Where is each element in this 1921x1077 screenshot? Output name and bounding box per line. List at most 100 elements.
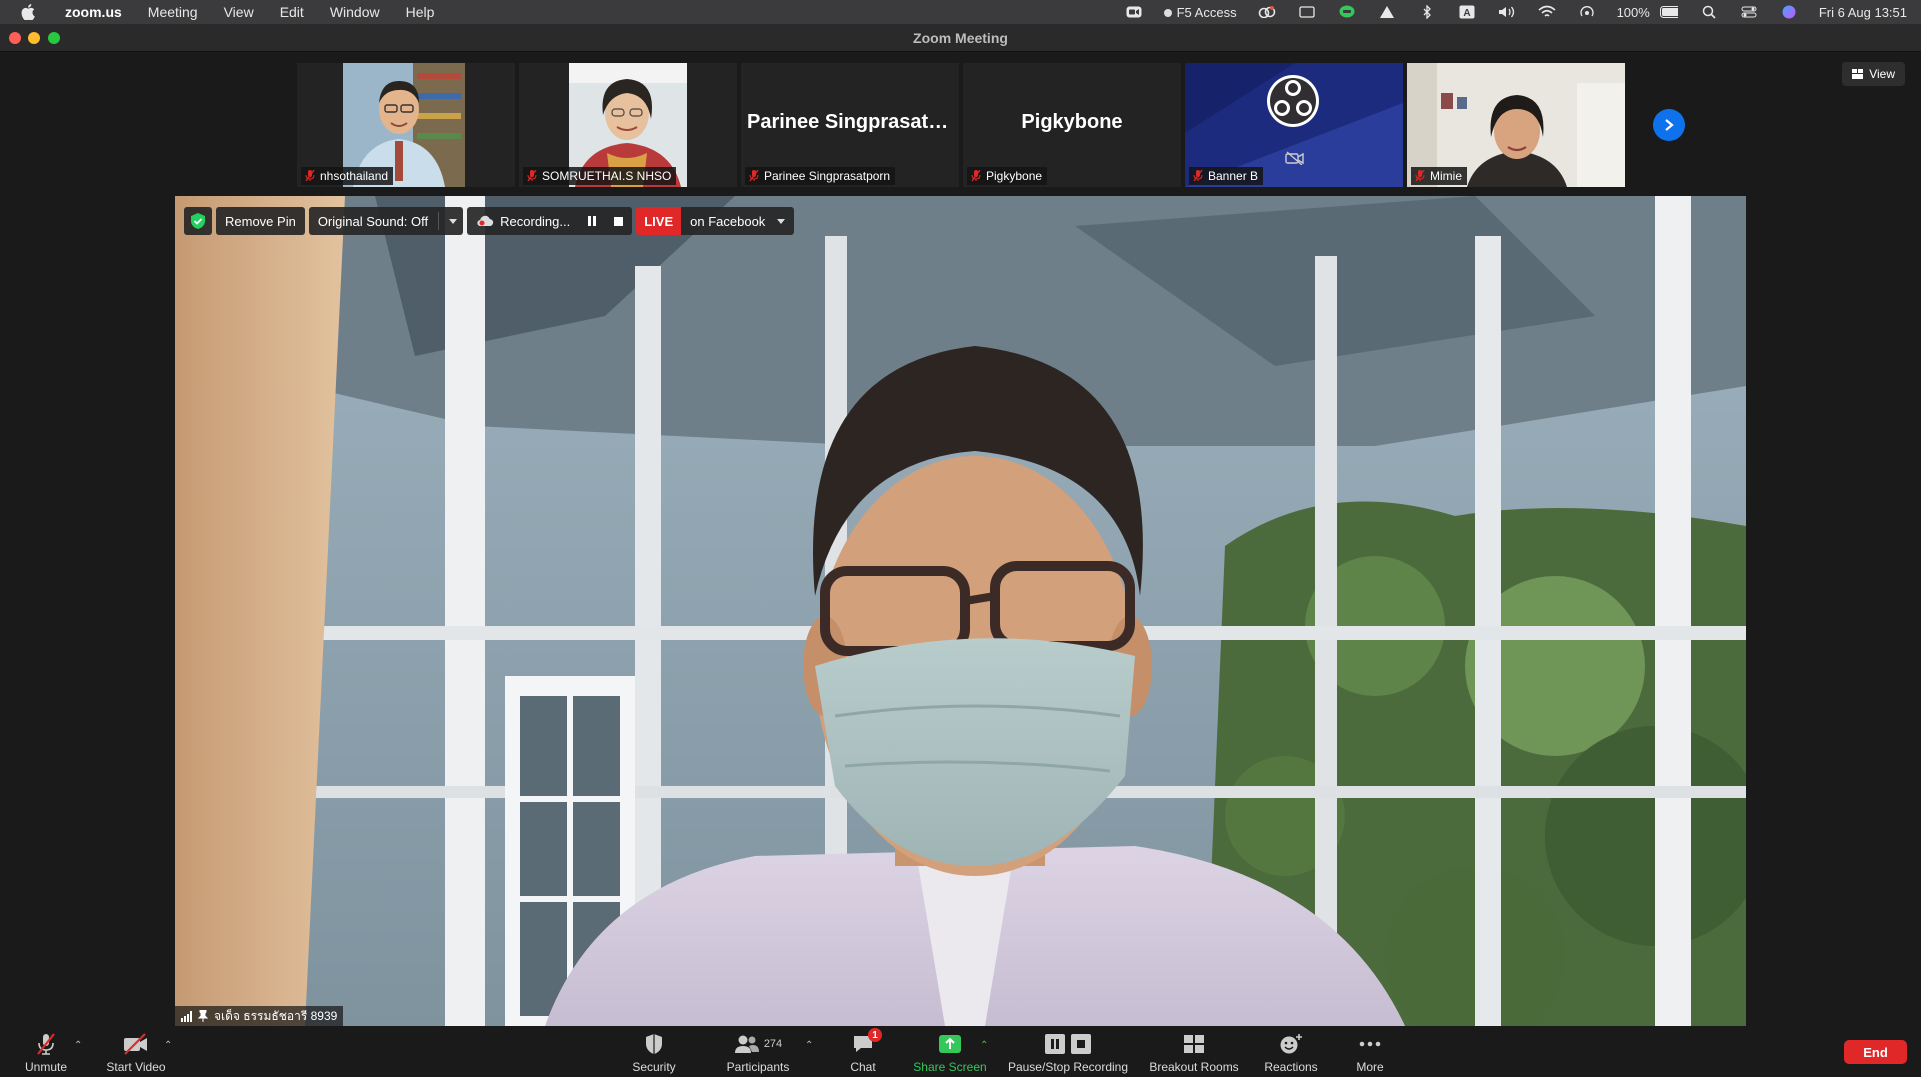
security-button[interactable]: Security bbox=[628, 1026, 680, 1077]
start-video-label: Start Video bbox=[106, 1060, 166, 1074]
menu-help[interactable]: Help bbox=[406, 4, 435, 20]
mic-muted-icon bbox=[749, 170, 759, 182]
menu-clock[interactable]: Fri 6 Aug 13:51 bbox=[1819, 5, 1907, 20]
divider bbox=[438, 212, 440, 230]
smiley-plus-icon bbox=[1280, 1034, 1302, 1054]
line-app-icon[interactable] bbox=[1338, 5, 1356, 19]
shield-check-icon bbox=[191, 213, 205, 229]
pause-recording-icon[interactable] bbox=[588, 216, 597, 226]
start-video-button[interactable]: Start Video bbox=[100, 1026, 172, 1077]
more-button[interactable]: More bbox=[1353, 1026, 1387, 1077]
mic-muted-icon bbox=[1415, 170, 1425, 182]
macos-menu-bar: zoom.us Meeting View Edit Window Help F5… bbox=[0, 0, 1921, 24]
chat-button[interactable]: 1 Chat bbox=[846, 1026, 882, 1077]
spotlight-search-icon[interactable] bbox=[1700, 5, 1718, 19]
apple-icon[interactable] bbox=[18, 2, 38, 22]
participant-name-label: SOMRUETHAI.S NHSO bbox=[523, 167, 677, 185]
cloud-recording-status: Recording... bbox=[467, 207, 633, 235]
participant-name-label: nhsothailand bbox=[301, 167, 394, 185]
participant-name: SOMRUETHAI.S NHSO bbox=[542, 169, 672, 183]
participant-tile[interactable]: Mimie bbox=[1407, 63, 1625, 187]
active-speaker-name: จเด็จ ธรรมธัชอารี 8939 bbox=[214, 1008, 338, 1023]
battery-percentage: 100% bbox=[1616, 4, 1650, 20]
menu-view[interactable]: View bbox=[224, 4, 254, 20]
remove-pin-button[interactable]: Remove Pin bbox=[216, 207, 305, 235]
more-dots-icon bbox=[1359, 1041, 1381, 1047]
participant-name: nhsothailand bbox=[320, 169, 389, 183]
next-page-button[interactable] bbox=[1653, 109, 1685, 141]
view-button[interactable]: View bbox=[1842, 62, 1905, 86]
participants-button[interactable]: 274 Participants bbox=[722, 1026, 794, 1077]
recording-label: Recording... bbox=[500, 213, 571, 229]
video-overlay-controls: Remove Pin Original Sound: Off Recording… bbox=[184, 206, 795, 236]
mic-muted-icon bbox=[971, 170, 981, 182]
live-streaming-target[interactable]: on Facebook bbox=[681, 207, 795, 235]
bluetooth-icon[interactable] bbox=[1418, 5, 1436, 19]
original-sound-button[interactable]: Original Sound: Off bbox=[308, 207, 464, 235]
participants-options-chevron[interactable]: ⌃ bbox=[805, 1040, 813, 1051]
speaker-video-frame bbox=[175, 196, 1746, 1026]
share-screen-button[interactable]: Share Screen bbox=[910, 1026, 990, 1077]
participants-count: 274 bbox=[763, 1038, 783, 1050]
control-center-icon[interactable] bbox=[1740, 5, 1758, 19]
wifi-icon[interactable] bbox=[1538, 5, 1556, 19]
more-label: More bbox=[1356, 1060, 1384, 1074]
mic-muted-icon bbox=[305, 170, 315, 182]
cloud-icon bbox=[477, 215, 494, 227]
view-button-label: View bbox=[1869, 67, 1895, 81]
chat-unread-badge: 1 bbox=[868, 1028, 882, 1042]
participants-label: Participants bbox=[726, 1060, 790, 1074]
participant-tile[interactable]: Parinee Singprasatp... Parinee Singprasa… bbox=[741, 63, 959, 187]
participant-tile[interactable]: nhsothailand bbox=[297, 63, 515, 187]
share-screen-label: Share Screen bbox=[913, 1060, 987, 1074]
svg-text:A: A bbox=[1463, 8, 1470, 19]
zoom-status-icon[interactable] bbox=[1125, 5, 1143, 19]
video-options-chevron[interactable]: ⌃ bbox=[164, 1040, 172, 1051]
chevron-down-icon bbox=[777, 218, 786, 224]
creative-cloud-icon[interactable] bbox=[1258, 5, 1276, 19]
audio-options-chevron[interactable]: ⌃ bbox=[74, 1040, 82, 1051]
breakout-rooms-label: Breakout Rooms bbox=[1149, 1060, 1239, 1074]
siri-icon[interactable] bbox=[1780, 5, 1798, 19]
participant-tile[interactable]: Pigkybone Pigkybone bbox=[963, 63, 1181, 187]
window-title: Zoom Meeting bbox=[913, 30, 1008, 46]
grid-view-icon bbox=[1852, 69, 1864, 79]
unmute-button[interactable]: Unmute bbox=[20, 1026, 72, 1077]
volume-icon[interactable] bbox=[1498, 5, 1516, 19]
menu-app-name[interactable]: zoom.us bbox=[65, 4, 122, 20]
google-drive-icon[interactable] bbox=[1378, 5, 1396, 19]
participant-name-label: Mimie bbox=[1411, 167, 1467, 185]
menu-meeting[interactable]: Meeting bbox=[148, 4, 198, 20]
video-off-icon bbox=[1285, 151, 1304, 165]
battery-icon[interactable] bbox=[1659, 5, 1678, 19]
stop-icon bbox=[1071, 1034, 1091, 1054]
screen-mirror-icon[interactable] bbox=[1298, 5, 1316, 19]
reactions-button[interactable]: Reactions bbox=[1260, 1026, 1322, 1077]
participant-tile[interactable]: SOMRUETHAI.S NHSO bbox=[519, 63, 737, 187]
chevron-down-icon[interactable] bbox=[449, 218, 458, 224]
stop-recording-icon[interactable] bbox=[614, 216, 624, 226]
active-speaker-video bbox=[175, 196, 1746, 1026]
meeting-area: View nhsothailand SOMRUETHAI.S NHSO Pari… bbox=[0, 52, 1921, 1026]
participant-name-label: Parinee Singprasatporn bbox=[745, 167, 896, 185]
pause-stop-recording-button[interactable]: Pause/Stop Recording bbox=[1004, 1026, 1132, 1077]
chat-label: Chat bbox=[850, 1060, 876, 1074]
participant-name-label: Pigkybone bbox=[967, 167, 1048, 185]
input-source-icon[interactable]: A bbox=[1458, 5, 1476, 19]
participants-icon bbox=[734, 1035, 759, 1053]
participant-name: Mimie bbox=[1430, 169, 1462, 183]
security-shield-button[interactable] bbox=[184, 207, 212, 235]
breakout-rooms-icon bbox=[1184, 1035, 1204, 1053]
share-options-chevron[interactable]: ⌃ bbox=[980, 1040, 988, 1051]
chevron-right-icon bbox=[1665, 119, 1674, 131]
menu-window[interactable]: Window bbox=[330, 4, 380, 20]
breakout-rooms-button[interactable]: Breakout Rooms bbox=[1146, 1026, 1242, 1077]
signal-strength-icon bbox=[181, 1010, 192, 1022]
menu-edit[interactable]: Edit bbox=[280, 4, 304, 20]
f5-access-status[interactable]: F5 Access bbox=[1163, 5, 1237, 20]
participant-tile[interactable]: Banner B bbox=[1185, 63, 1403, 187]
end-meeting-button[interactable]: End bbox=[1844, 1040, 1907, 1064]
shield-icon bbox=[646, 1034, 662, 1054]
airdrop-icon[interactable] bbox=[1578, 5, 1596, 19]
live-badge: LIVE bbox=[636, 207, 682, 235]
